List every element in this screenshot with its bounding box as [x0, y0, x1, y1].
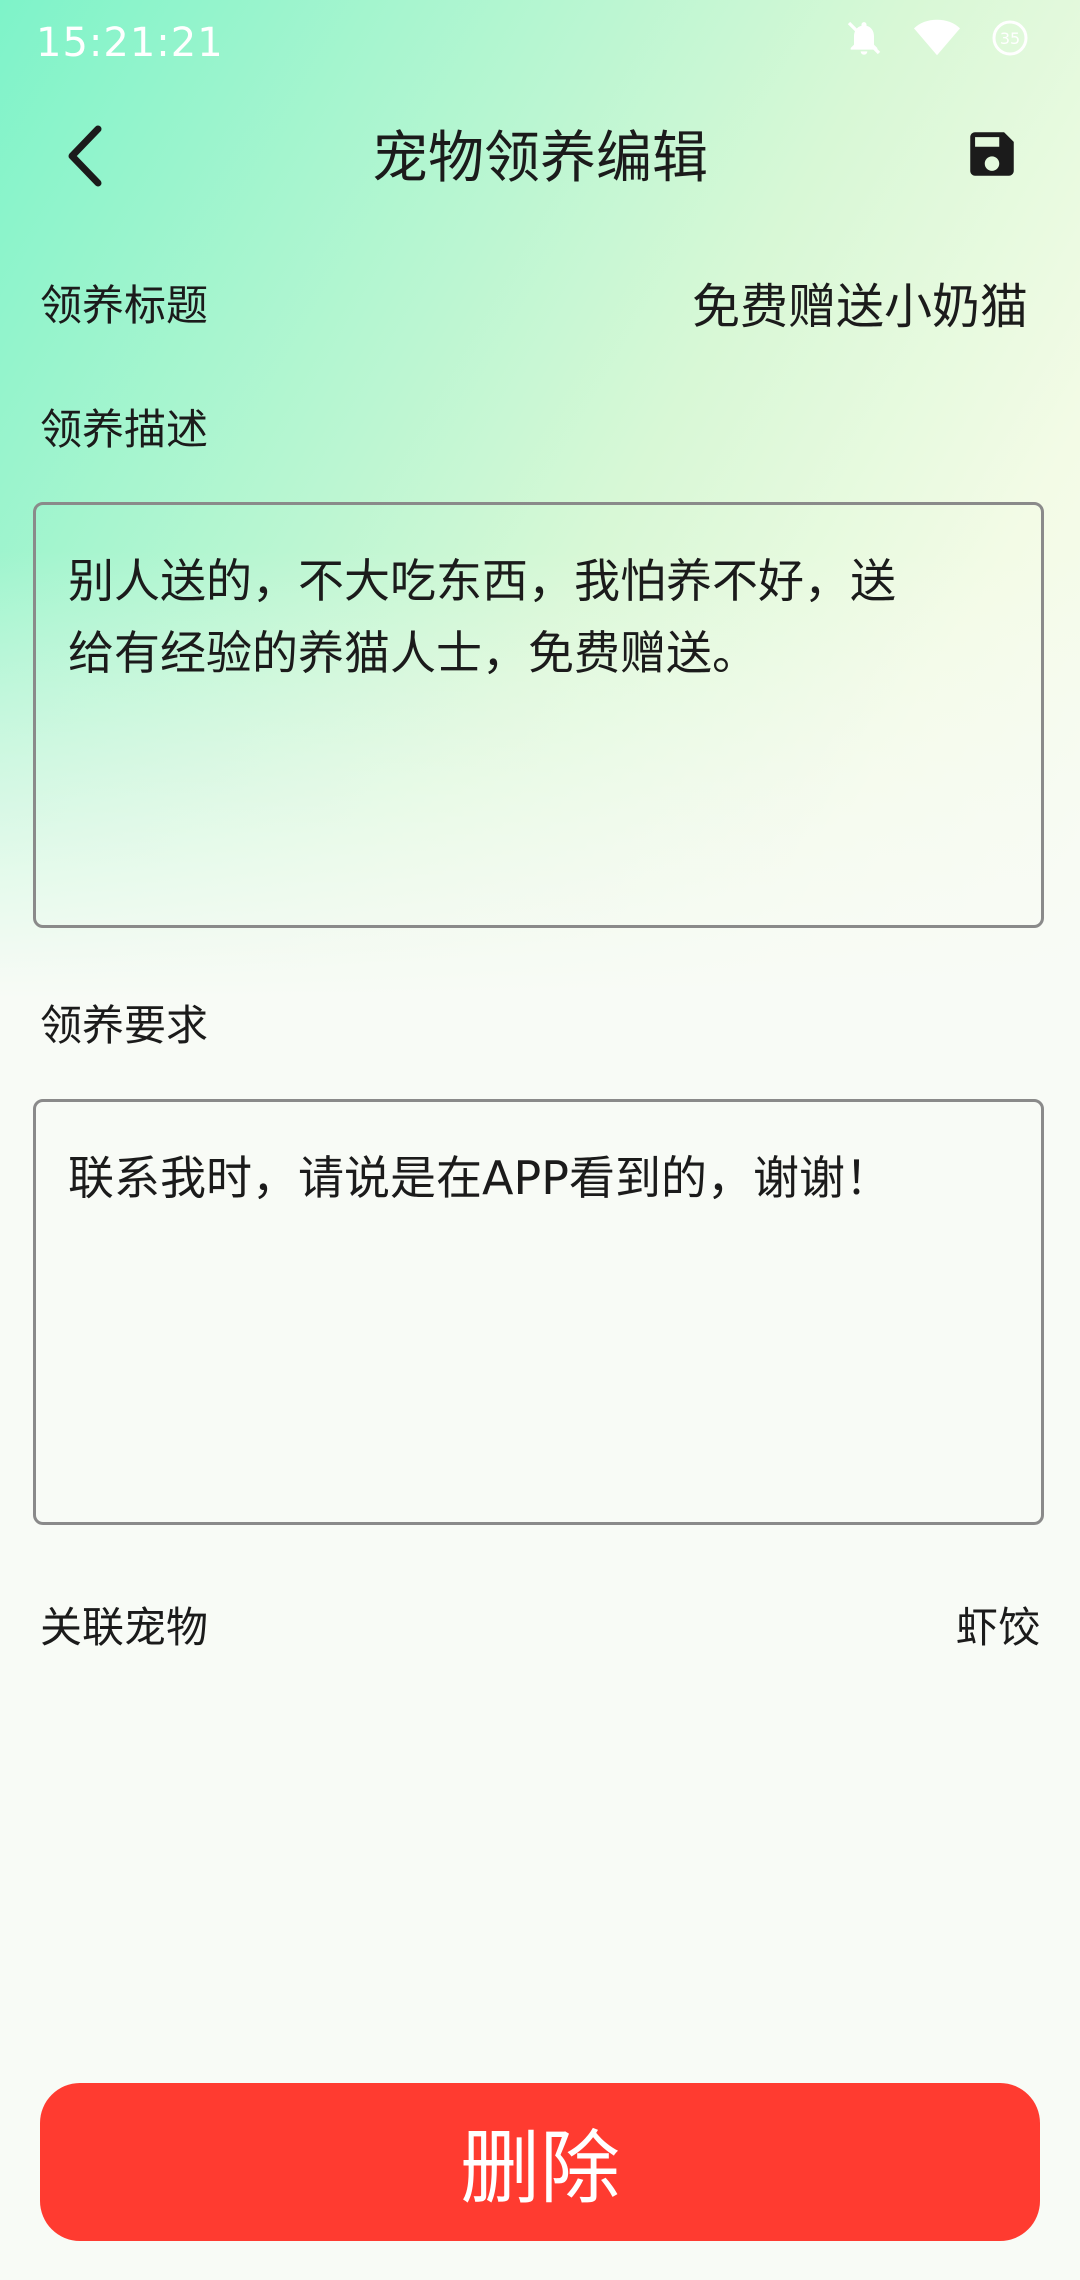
notifications-off-icon — [844, 18, 884, 58]
svg-text:35: 35 — [1000, 29, 1020, 48]
requirement-textarea[interactable]: 联系我时，请说是在APP看到的，谢谢！ — [33, 1099, 1044, 1525]
description-textarea[interactable]: 别人送的，不大吃东西，我怕养不好，送 给有经验的养猫人士，免费赠送。 — [33, 502, 1044, 928]
title-row[interactable]: 领养标题 免费赠送小奶猫 — [40, 266, 1040, 338]
description-text: 别人送的，不大吃东西，我怕养不好，送 给有经验的养猫人士，免费赠送。 — [68, 554, 896, 680]
title-label: 领养标题 — [40, 280, 209, 330]
pet-row[interactable]: 关联宠物 虾饺 — [40, 1588, 1040, 1660]
requirement-label: 领养要求 — [40, 1001, 209, 1050]
save-button[interactable] — [952, 116, 1032, 196]
page-title: 宠物领养编辑 — [372, 125, 708, 191]
description-label: 领养描述 — [40, 405, 209, 454]
pet-label: 关联宠物 — [40, 1602, 209, 1652]
requirement-text: 联系我时，请说是在APP看到的，谢谢！ — [68, 1151, 891, 1205]
battery-saver-icon: 35 — [990, 18, 1030, 58]
wifi-icon — [914, 18, 960, 58]
title-value[interactable]: 免费赠送小奶猫 — [692, 267, 1028, 337]
delete-button[interactable]: 删除 — [40, 2083, 1040, 2241]
app-bar: 宠物领养编辑 — [0, 90, 1080, 240]
status-icons: 35 — [844, 18, 1030, 58]
status-time: 15:21:21 — [36, 20, 224, 66]
status-bar: 15:21:21 35 — [0, 0, 1080, 90]
floppy-save-icon — [963, 125, 1021, 187]
pet-value[interactable]: 虾饺 — [956, 1594, 1040, 1655]
